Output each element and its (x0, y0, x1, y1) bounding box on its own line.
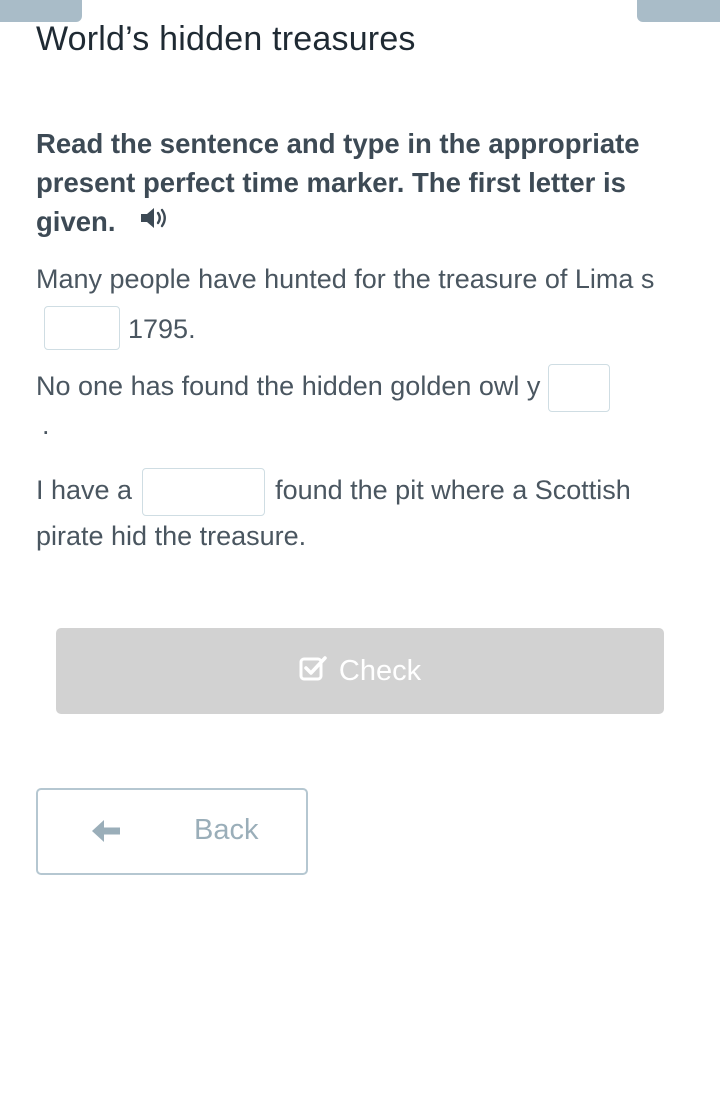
check-button-label: Check (338, 654, 422, 687)
sentence-2: No one has found the hidden golden owl y… (36, 362, 686, 438)
sentence-2-before: No one has found the hidden golden owl y (36, 371, 541, 401)
top-right-tab[interactable] (637, 0, 720, 22)
sentence-1-before: Many people have hunted for the treasure… (36, 264, 655, 294)
sentence-1-after: 1795. (128, 314, 196, 344)
back-button-label: Back (194, 814, 259, 846)
task-instruction: Read the sentence and type in the approp… (36, 124, 676, 241)
back-button[interactable]: Back (36, 788, 308, 875)
answer-input-3[interactable] (142, 468, 266, 516)
sentence-2-after: . (42, 409, 50, 440)
checkbox-check-icon (299, 655, 327, 689)
top-left-tab[interactable] (0, 0, 82, 22)
check-button[interactable]: Check (56, 628, 664, 714)
answer-input-2[interactable] (548, 363, 611, 412)
page-title: World’s hidden treasures (36, 20, 416, 58)
answer-input-1[interactable] (44, 305, 120, 350)
sentence-3-before: I have a (36, 475, 133, 506)
instruction-text: Read the sentence and type in the approp… (36, 128, 640, 237)
sentence-1: Many people have hunted for the treasure… (36, 254, 686, 354)
speaker-icon[interactable] (139, 201, 169, 240)
sentence-3: I have a found the pit where a Scottish p… (36, 468, 686, 556)
arrow-left-icon (90, 818, 122, 849)
